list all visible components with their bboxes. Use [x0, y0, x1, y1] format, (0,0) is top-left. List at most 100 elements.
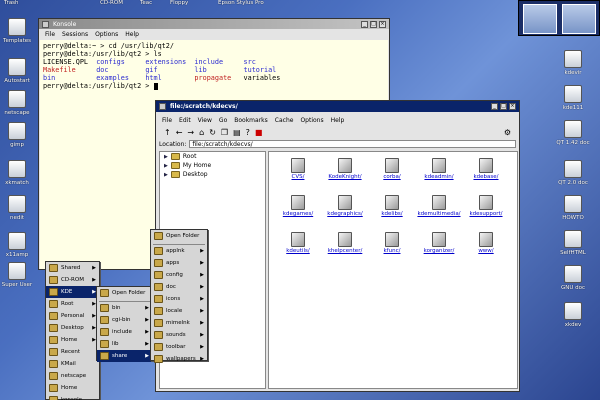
fm-menu-bookmarks[interactable]: Bookmarks [234, 117, 268, 124]
desktop-icon-nedit[interactable]: nedit [0, 195, 34, 221]
menu-item-include[interactable]: include ▶ [97, 326, 152, 338]
desktop-label-teac[interactable]: Teac [140, 0, 152, 6]
file-item-kdelibs[interactable]: kdelibs/ [368, 195, 416, 217]
filemanager-titlebar[interactable]: file:/scratch/kdecvs/ _ □ × [156, 101, 519, 112]
fm-menu-go[interactable]: Go [219, 117, 227, 124]
terminal-titlebar[interactable]: Konsole _ □ × [39, 19, 389, 29]
desktop-icon-super-user[interactable]: Super User [0, 262, 34, 288]
tree-item-desktop[interactable]: ▶ Desktop [160, 170, 265, 179]
fm-menu-help[interactable]: Help [331, 117, 345, 124]
minimize-button[interactable]: _ [361, 20, 368, 28]
menu-item-lib[interactable]: lib ▶ [97, 338, 152, 350]
back-arrow-icon[interactable]: ← [176, 128, 183, 137]
desktop-icon-xkmatch[interactable]: xkmatch [0, 160, 34, 186]
terminal-menu-file[interactable]: File [45, 31, 55, 38]
desktop-pager[interactable] [518, 0, 600, 36]
paste-icon[interactable]: ▤ [233, 128, 241, 137]
terminal-menu-help[interactable]: Help [125, 31, 139, 38]
menu-item-personal[interactable]: Personal ▶ [46, 310, 99, 322]
desktop-icon-gimp[interactable]: gimp [0, 122, 34, 148]
fm-menu-edit[interactable]: Edit [179, 117, 191, 124]
file-item-cvs[interactable]: CVS/ [274, 158, 322, 180]
menu-item-kde[interactable]: KDE ▶ [46, 286, 99, 298]
menu-item-home[interactable]: Home ▶ [46, 334, 99, 346]
file-item-kdeadmin[interactable]: kdeadmin/ [415, 158, 463, 180]
desktop-icon-autostart[interactable]: Autostart [0, 58, 34, 84]
fm-menu-options[interactable]: Options [300, 117, 323, 124]
up-arrow-icon[interactable]: ↑ [164, 128, 171, 137]
desktop-icon-gnu-doc[interactable]: GNU doc [556, 265, 590, 291]
menu-item-locale[interactable]: locale ▶ [151, 305, 207, 317]
file-item-kdesupport[interactable]: kdesupport/ [462, 195, 510, 217]
fm-menu-file[interactable]: File [162, 117, 172, 124]
window-menu-icon[interactable] [42, 20, 49, 28]
desktop-icon-selfhtml[interactable]: SelfHTML [556, 230, 590, 256]
pager-desktop-1[interactable] [523, 4, 557, 34]
copy-icon[interactable]: ❐ [221, 128, 228, 137]
terminal-menu-options[interactable]: Options [95, 31, 118, 38]
terminal-menu-sessions[interactable]: Sessions [62, 31, 88, 38]
file-item-kfunc[interactable]: kfunc/ [368, 232, 416, 254]
menu-item-sounds[interactable]: sounds ▶ [151, 329, 207, 341]
file-item-kdegames[interactable]: kdegames/ [274, 195, 322, 217]
file-item-kdegraphics[interactable]: kdegraphics/ [321, 195, 369, 217]
menu-item-desktop[interactable]: Desktop ▶ [46, 322, 99, 334]
help-icon[interactable]: ? [246, 128, 250, 137]
expand-arrow-icon[interactable]: ▶ [164, 154, 168, 160]
minimize-button[interactable]: _ [491, 103, 498, 110]
file-item-kodeknight[interactable]: KodeKnight/ [321, 158, 369, 180]
file-item-kdebase[interactable]: kdebase/ [462, 158, 510, 180]
menu-item-share[interactable]: share ▶ [97, 350, 152, 362]
location-input[interactable]: file:/scratch/kdecvs/ [189, 140, 516, 148]
desktop-label-epson-stylus-pro[interactable]: Epson Stylus Pro [218, 0, 264, 6]
desktop-icon-templates[interactable]: Templates [0, 18, 34, 44]
stop-icon[interactable]: ■ [255, 128, 263, 137]
fm-menu-cache[interactable]: Cache [275, 117, 294, 124]
desktop-label-trash[interactable]: Trash [4, 0, 19, 6]
desktop-icon-qt-2-0-doc[interactable]: QT 2.0 doc [556, 160, 590, 186]
reload-icon[interactable]: ↻ [209, 128, 216, 137]
menu-item-doc[interactable]: doc ▶ [151, 281, 207, 293]
menu-item-apps[interactable]: apps ▶ [151, 257, 207, 269]
menu-item-root[interactable]: Root ▶ [46, 298, 99, 310]
pager-desktop-2[interactable] [562, 4, 596, 34]
file-item-khelpcenter[interactable]: khelpcenter/ [321, 232, 369, 254]
desktop-icon-x11amp[interactable]: x11amp [0, 232, 34, 258]
file-item-kdemultimedia[interactable]: kdemultimedia/ [415, 195, 463, 217]
desktop-icon-kde111[interactable]: kde111 [556, 85, 590, 111]
menu-item-config[interactable]: config ▶ [151, 269, 207, 281]
expand-arrow-icon[interactable]: ▶ [164, 172, 168, 178]
close-button[interactable]: × [509, 103, 516, 110]
menu-item-home[interactable]: Home [46, 382, 99, 394]
desktop-icon-kdevir[interactable]: kdevir [556, 50, 590, 76]
file-item-corba[interactable]: corba/ [368, 158, 416, 180]
filemanager-window[interactable]: file:/scratch/kdecvs/ _ □ × File Edit View… [155, 100, 520, 392]
menu-item-open-folder[interactable]: Open Folder [97, 287, 152, 299]
window-menu-icon[interactable] [159, 103, 166, 110]
home-icon[interactable]: ⌂ [199, 128, 204, 137]
desktop-icon-xkdev[interactable]: xkdev [556, 302, 590, 328]
fm-menu-view[interactable]: View [198, 117, 212, 124]
expand-arrow-icon[interactable]: ▶ [164, 163, 168, 169]
desktop-label-cd-rom[interactable]: CD-ROM [100, 0, 123, 6]
tree-item-root[interactable]: ▶ Root [160, 152, 265, 161]
desktop-label-floppy[interactable]: Floppy [170, 0, 188, 6]
menu-item-netscape[interactable]: netscape [46, 370, 99, 382]
menu-item-wallpapers[interactable]: wallpapers ▶ [151, 353, 207, 365]
tree-item-my-home[interactable]: ▶ My Home [160, 161, 265, 170]
desktop-icon-howto[interactable]: HOWTO [556, 195, 590, 221]
menu-item-open-folder[interactable]: Open Folder [151, 230, 207, 242]
desktop-icon-netscape[interactable]: netscape [0, 90, 34, 116]
file-item-korganizer[interactable]: korganizer/ [415, 232, 463, 254]
menu-item-shared[interactable]: Shared ▶ [46, 262, 99, 274]
forward-arrow-icon[interactable]: → [187, 128, 194, 137]
menu-item-kmail[interactable]: KMail [46, 358, 99, 370]
file-item-www[interactable]: www/ [462, 232, 510, 254]
menu-item-mimelnk[interactable]: mimelnk ▶ [151, 317, 207, 329]
maximize-button[interactable]: □ [500, 103, 507, 110]
close-button[interactable]: × [379, 20, 386, 28]
menu-item-recent[interactable]: Recent [46, 346, 99, 358]
menu-item-icons[interactable]: icons ▶ [151, 293, 207, 305]
menu-item-applnk[interactable]: applnk ▶ [151, 245, 207, 257]
desktop-icon-qt-1-42-doc[interactable]: QT 1.42 doc [556, 120, 590, 146]
